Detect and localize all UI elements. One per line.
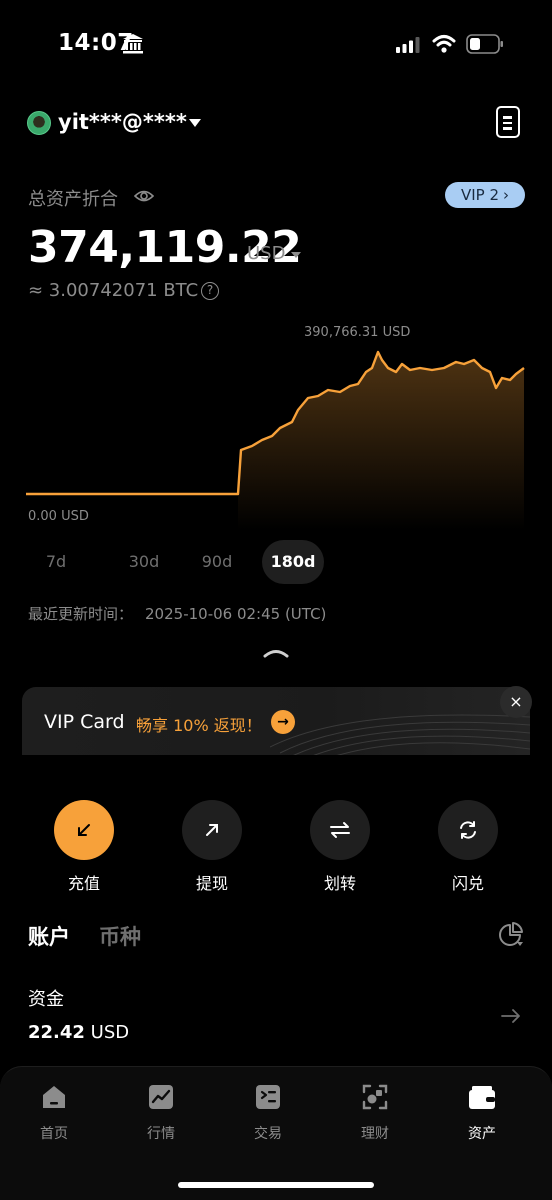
last-updated-value: 2025-10-06 02:45 (UTC) [145, 605, 327, 623]
help-icon[interactable]: ? [201, 282, 219, 300]
last-updated-label: 最近更新时间： [28, 605, 134, 623]
period-90d[interactable]: 90d [188, 540, 246, 584]
home-icon [43, 1086, 65, 1108]
convert-icon [460, 821, 476, 839]
statement-icon[interactable] [496, 106, 520, 138]
nav-home[interactable]: 首页 [14, 1083, 94, 1143]
period-30d[interactable]: 30d [100, 540, 188, 584]
earn-icon [362, 1084, 388, 1110]
convert-button[interactable]: 闪兑 [428, 800, 508, 894]
cellular-signal-icon [396, 37, 420, 53]
wifi-icon [432, 35, 456, 53]
chevron-up-icon[interactable] [263, 645, 289, 659]
nav-trade-label: 交易 [254, 1126, 282, 1142]
fund-account-label[interactable]: 资金 [28, 985, 64, 1011]
withdraw-arrow-icon [206, 824, 218, 836]
wallet-icon [469, 1086, 495, 1109]
transfer-label: 划转 [323, 874, 356, 893]
account-name[interactable]: yit***@**** [58, 110, 187, 134]
close-icon[interactable]: × [500, 686, 532, 718]
chart-max-label: 390,766.31 USD [304, 325, 411, 340]
total-assets-label: 总资产折合 [28, 189, 118, 210]
battery-icon [466, 34, 503, 54]
withdraw-label: 提现 [195, 874, 228, 893]
pie-chart-icon[interactable] [498, 922, 524, 948]
chart-min-label: 0.00 USD [28, 509, 89, 524]
deposit-button[interactable]: 充值 [44, 800, 124, 894]
withdraw-button[interactable]: 提现 [172, 800, 252, 894]
nav-markets-label: 行情 [147, 1126, 175, 1142]
arrow-right-icon[interactable] [500, 1006, 522, 1026]
arrow-right-icon[interactable]: → [271, 710, 295, 734]
eye-icon[interactable] [134, 187, 154, 205]
nav-assets[interactable]: 资产 [442, 1083, 522, 1143]
period-180d[interactable]: 180d [262, 540, 324, 584]
btc-equivalent: ≈ 3.00742071 BTC [28, 280, 199, 301]
convert-label: 闪兑 [451, 874, 484, 893]
nav-trade[interactable]: 交易 [228, 1083, 308, 1143]
nav-assets-label: 资产 [468, 1126, 496, 1142]
transfer-icon [330, 822, 350, 838]
nav-earn[interactable]: 理财 [335, 1083, 415, 1143]
markets-icon [149, 1085, 173, 1109]
period-selector: 7d 30d 90d 180d [28, 540, 324, 584]
nav-markets[interactable]: 行情 [121, 1083, 201, 1143]
banner-promo: 畅享 10% 返现！ [136, 716, 262, 735]
fund-account-value: 22.42 USD [28, 1022, 129, 1043]
fund-amount: 22.42 [28, 1022, 85, 1043]
period-7d[interactable]: 7d [28, 540, 84, 584]
transfer-button[interactable]: 划转 [300, 800, 380, 894]
currency-selector[interactable]: USD [247, 243, 285, 264]
tab-coin[interactable]: 币种 [99, 921, 141, 951]
chevron-right-icon: › [503, 186, 510, 204]
trade-icon [256, 1085, 280, 1109]
currency-dropdown-icon[interactable] [291, 252, 301, 258]
banner-title: VIP Card [44, 711, 125, 733]
deposit-arrow-icon [78, 824, 90, 836]
account-dropdown-icon[interactable] [189, 119, 201, 127]
home-indicator [178, 1182, 374, 1188]
chart-area-fill [26, 352, 524, 530]
tab-account[interactable]: 账户 [28, 921, 70, 951]
last-updated: 最近更新时间： 2025-10-06 02:45 (UTC) [28, 603, 326, 624]
asset-chart [26, 350, 525, 530]
fund-currency: USD [90, 1022, 130, 1043]
vip-badge[interactable]: VIP 2 › [445, 182, 525, 208]
bank-icon [123, 34, 143, 54]
nav-earn-label: 理财 [361, 1126, 389, 1142]
vip-level: VIP 2 [460, 186, 500, 204]
nav-home-label: 首页 [40, 1126, 68, 1142]
avatar[interactable] [27, 111, 51, 135]
deposit-label: 充值 [67, 874, 100, 893]
banner-decoration [270, 714, 530, 755]
